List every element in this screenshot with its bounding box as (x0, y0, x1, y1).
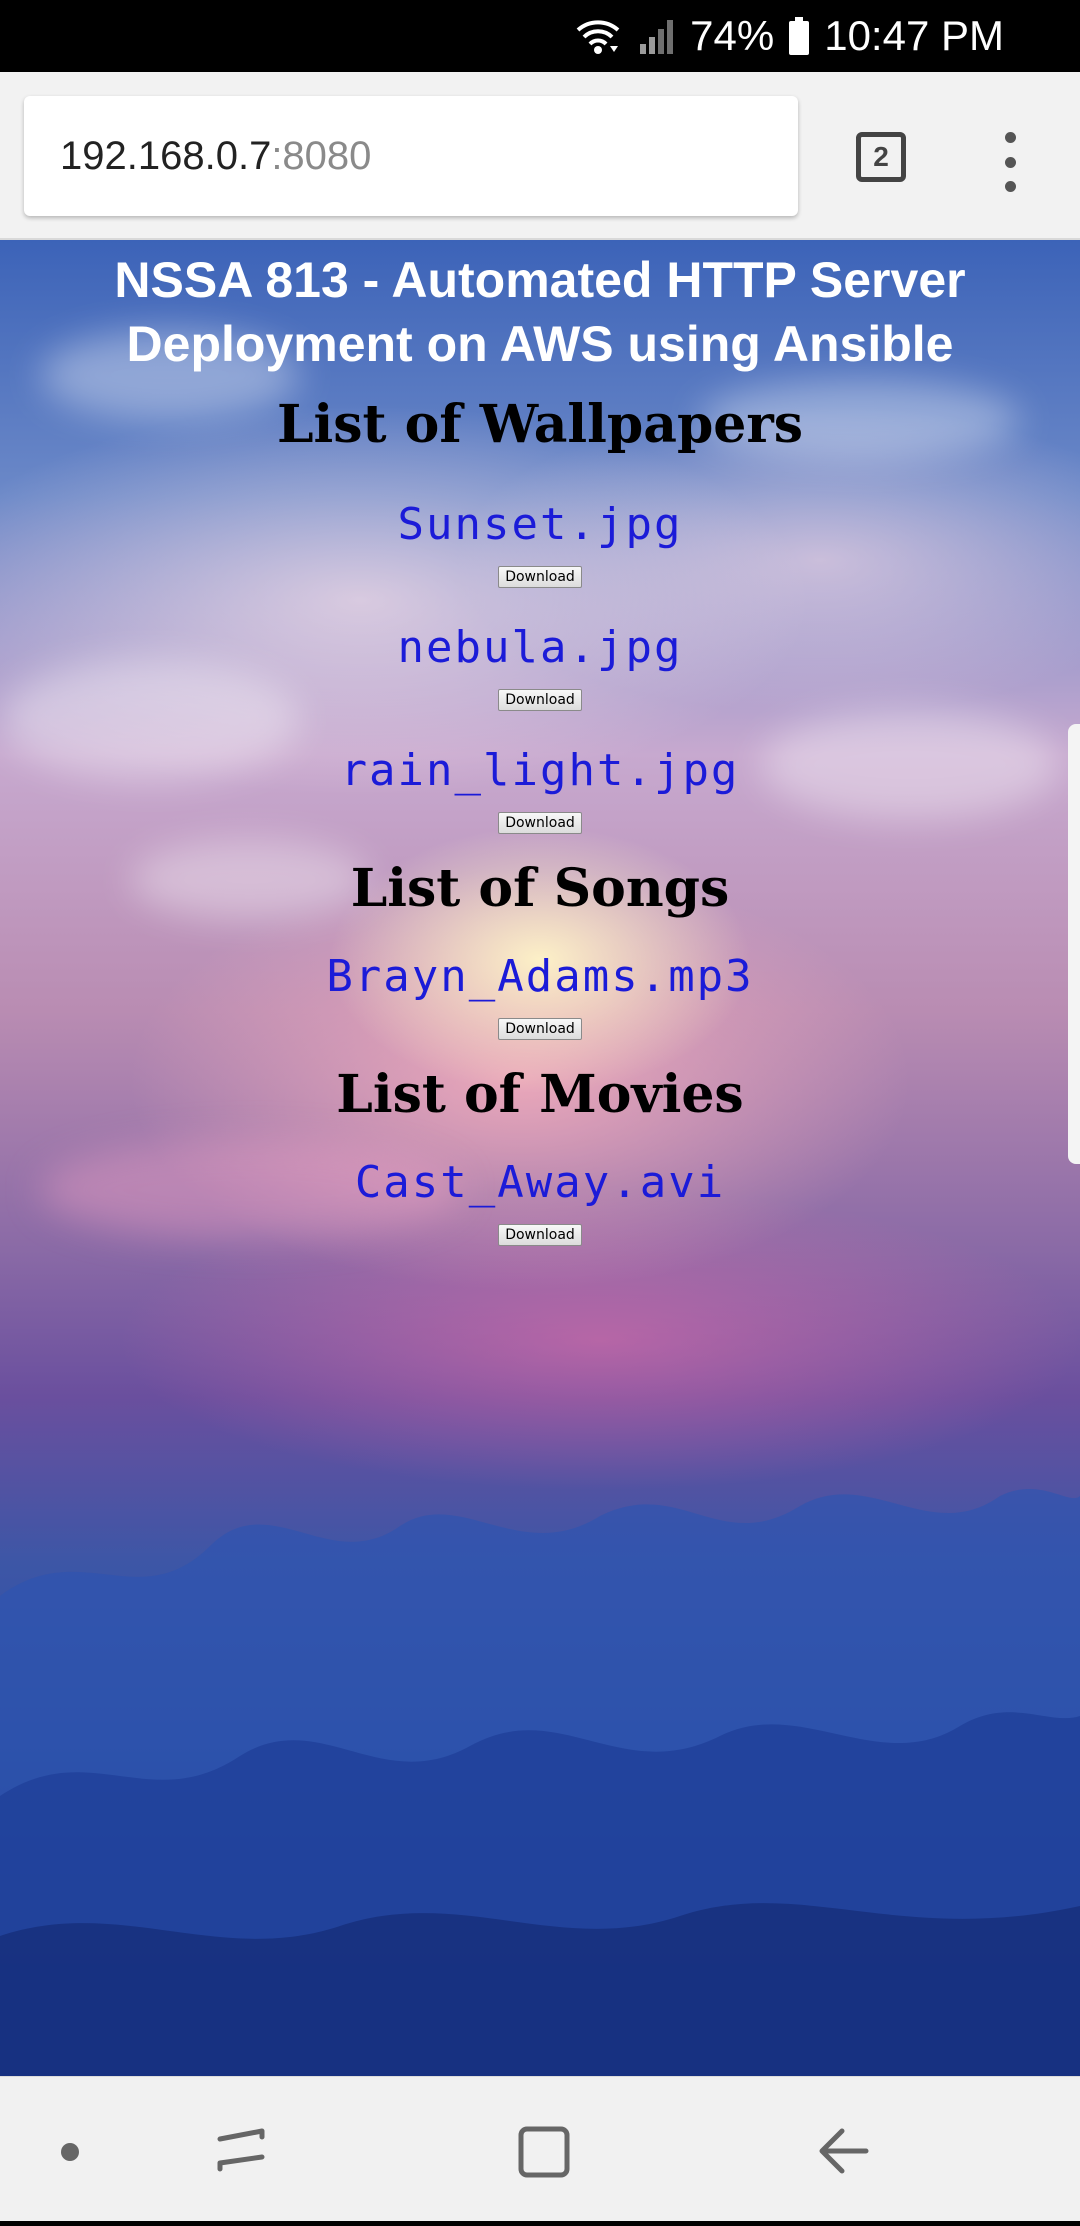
file-link-rain-light[interactable]: rain_light.jpg (0, 745, 1080, 796)
download-button[interactable]: Download (498, 1018, 582, 1040)
file-link-sunset[interactable]: Sunset.jpg (0, 499, 1080, 550)
download-button[interactable]: Download (498, 812, 582, 834)
url-host: 192.168.0.7 (60, 133, 272, 178)
file-link-brayn-adams[interactable]: Brayn_Adams.mp3 (0, 951, 1080, 1002)
page-title: NSSA 813 - Automated HTTP Server Deployme… (114, 252, 966, 372)
dot-icon[interactable] (61, 2143, 79, 2161)
scroll-handle[interactable] (1068, 724, 1080, 1164)
tab-count: 2 (873, 141, 889, 172)
file-link-nebula[interactable]: nebula.jpg (0, 622, 1080, 673)
wallpapers-heading: List of Wallpapers (276, 394, 804, 455)
url-port: :8080 (271, 133, 372, 178)
recents-icon[interactable] (217, 2128, 265, 2172)
clock: 10:47 PM (824, 12, 1004, 59)
download-button[interactable]: Download (498, 566, 582, 588)
tab-switcher-button[interactable]: 2 (856, 132, 906, 182)
battery-icon (788, 16, 810, 56)
back-icon[interactable] (819, 2128, 869, 2174)
file-link-cast-away[interactable]: Cast_Away.avi (0, 1157, 1080, 1208)
mountain-background (0, 1488, 1080, 2076)
more-vertical-icon[interactable] (996, 132, 1024, 192)
status-bar: 74% 10:47 PM (0, 0, 1080, 72)
web-page: NSSA 813 - Automated HTTP Server Deployme… (0, 240, 1080, 2076)
page-content: NSSA 813 - Automated HTTP Server Deployme… (0, 240, 1080, 1246)
movies-heading: List of Movies (336, 1064, 744, 1125)
download-button[interactable]: Download (498, 1224, 582, 1246)
wifi-icon (574, 16, 622, 56)
battery-percent: 74% (690, 12, 775, 59)
browser-toolbar: 192.168.0.7:8080 2 (0, 72, 1080, 240)
songs-heading: List of Songs (350, 858, 730, 919)
home-icon[interactable] (518, 2126, 570, 2178)
signal-icon (636, 16, 676, 56)
navigation-bar (0, 2076, 1080, 2221)
address-bar[interactable]: 192.168.0.7:8080 (24, 96, 798, 216)
download-button[interactable]: Download (498, 689, 582, 711)
